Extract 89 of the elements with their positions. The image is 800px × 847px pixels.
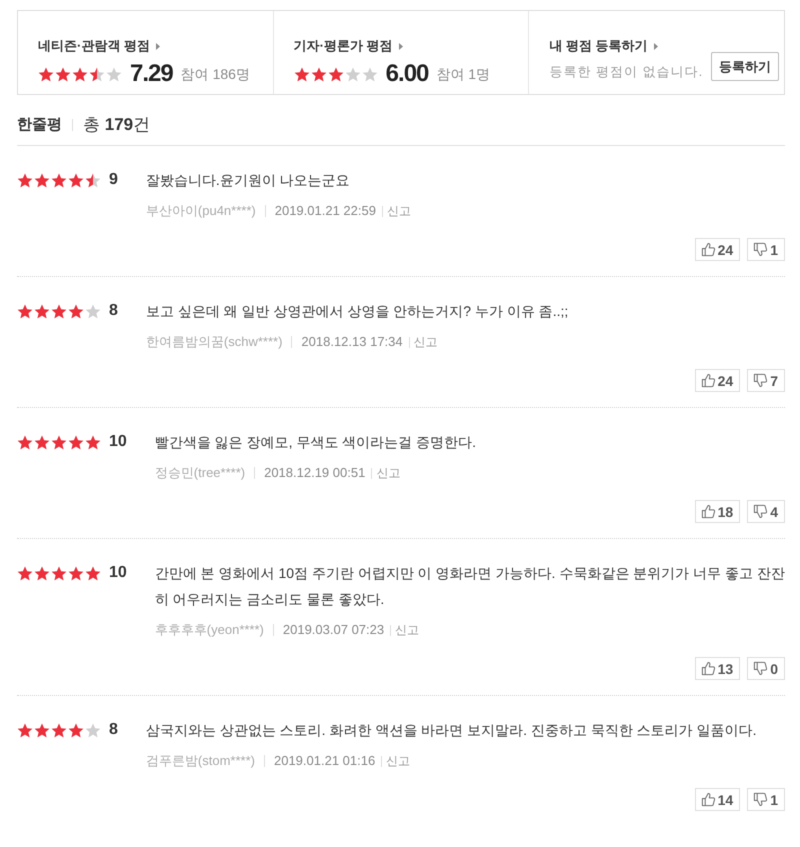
review-score: 10 — [109, 432, 127, 452]
star-icon — [51, 434, 67, 450]
star-icon — [72, 66, 88, 82]
thumbs-down-icon — [753, 661, 768, 676]
caret-icon — [654, 42, 658, 50]
dislike-button[interactable]: 4 — [747, 500, 785, 523]
star-icon — [362, 66, 378, 82]
star-icon — [17, 434, 33, 450]
star-icon — [17, 172, 33, 188]
star-icon — [68, 722, 84, 738]
review-text: 보고 싶은데 왜 일반 상영관에서 상영을 안하는거지? 누가 이유 좀..;; — [146, 302, 570, 321]
star-icon — [344, 66, 361, 82]
star-icon — [34, 566, 50, 580]
star-icon — [328, 66, 344, 82]
participant-count: 참여 1명 — [436, 65, 490, 84]
rating-title-link[interactable]: 기자·평론가 평점 — [294, 37, 403, 55]
thumbs-up-icon — [700, 792, 716, 807]
dislike-button[interactable]: 0 — [747, 657, 785, 680]
like-button[interactable]: 24 — [694, 238, 740, 261]
review-text: 간만에 본 영화에서 10점 주기란 어렵지만 이 영화라면 가능하다. 수묵화같은 분위기가 너무 좋고 잔잔히 어우러지는 금소리도 물론 좋았다. — [154, 564, 785, 609]
dislike-button[interactable]: 1 — [747, 788, 785, 811]
review-date: 2019.01.21 01:16 — [274, 752, 376, 770]
star-icon — [17, 304, 33, 318]
thumbs-down-icon — [753, 792, 768, 807]
star-icon — [68, 172, 84, 188]
star-icon — [85, 304, 101, 318]
thumbs-up-icon — [700, 373, 716, 388]
rating-title-link[interactable]: 네티즌·관람객 평점 — [38, 37, 160, 55]
star-icon — [106, 66, 122, 82]
author-name: 한여름밤의꿈(schw****) — [146, 333, 282, 351]
caret-icon — [156, 42, 160, 50]
review-date: 2019.03.07 07:23 — [282, 621, 384, 639]
thumbs-up-icon — [700, 242, 716, 257]
like-button[interactable]: 24 — [694, 369, 740, 392]
review-total-count: 총 179건 — [83, 114, 150, 136]
thumbs-up-icon — [700, 504, 716, 519]
author-name: 후후후후(yeon****) — [154, 621, 264, 639]
thumbs-down-icon — [753, 242, 768, 257]
review-date: 2018.12.19 00:51 — [264, 464, 366, 482]
author-name: 검푸른밤(stom****) — [146, 752, 255, 770]
author-name: 부산아이(pu4n****) — [146, 202, 256, 220]
dislike-button[interactable]: 7 — [747, 369, 785, 392]
author-name: 정승민(tree****) — [154, 464, 246, 482]
star-icon — [34, 304, 50, 318]
star-icon — [38, 66, 54, 82]
section-title: 한줄평 — [17, 115, 62, 135]
participant-count: 참여 186명 — [180, 65, 250, 84]
star-icon — [55, 66, 71, 82]
review-score: 8 — [109, 301, 118, 321]
review-score: 10 — [109, 563, 127, 583]
star-icon — [89, 66, 105, 82]
star-icon — [294, 66, 310, 82]
star-icon — [85, 172, 101, 188]
star-icon — [85, 566, 101, 580]
register-button[interactable]: 등록하기 — [711, 52, 780, 81]
review-date: 2018.12.13 17:34 — [301, 333, 403, 351]
no-rating-message: 등록한 평점이 없습니다. — [549, 63, 704, 81]
star-icon — [310, 66, 327, 82]
star-icon — [85, 434, 101, 450]
average-score: 6.00 — [386, 61, 428, 87]
review-date: 2019.01.21 22:59 — [274, 202, 376, 220]
caret-icon — [398, 42, 403, 50]
review-text: 잘봤습니다.윤기원이 나오는군요 — [146, 171, 351, 190]
star-icon — [51, 722, 67, 738]
star-icon — [51, 566, 67, 580]
star-icon — [34, 434, 50, 450]
review-text: 삼국지와는 상관없는 스토리. 화려한 액션을 바라면 보지말라. 진중하고 묵직한 스토리가 일품이다. — [146, 721, 758, 740]
star-icon — [51, 304, 67, 318]
star-icon — [68, 304, 84, 318]
like-button[interactable]: 14 — [694, 788, 740, 811]
average-score: 7.29 — [130, 61, 173, 87]
like-button[interactable]: 13 — [694, 657, 740, 680]
star-icon — [85, 722, 101, 738]
star-icon — [34, 172, 50, 188]
register-rating-link[interactable]: 내 평점 등록하기 — [549, 37, 658, 55]
thumbs-down-icon — [753, 504, 768, 519]
star-icon — [68, 566, 84, 580]
star-icon — [17, 566, 33, 580]
thumbs-down-icon — [753, 373, 768, 388]
thumbs-up-icon — [700, 661, 716, 676]
like-button[interactable]: 18 — [694, 500, 740, 523]
star-icon — [68, 434, 84, 450]
review-score: 9 — [109, 170, 118, 190]
review-text: 빨간색을 잃은 장예모, 무색도 색이라는걸 증명한다. — [154, 433, 478, 452]
dislike-button[interactable]: 1 — [747, 238, 785, 261]
star-icon — [51, 172, 67, 188]
review-score: 8 — [109, 720, 118, 740]
star-icon — [17, 722, 33, 738]
star-icon — [34, 722, 50, 738]
